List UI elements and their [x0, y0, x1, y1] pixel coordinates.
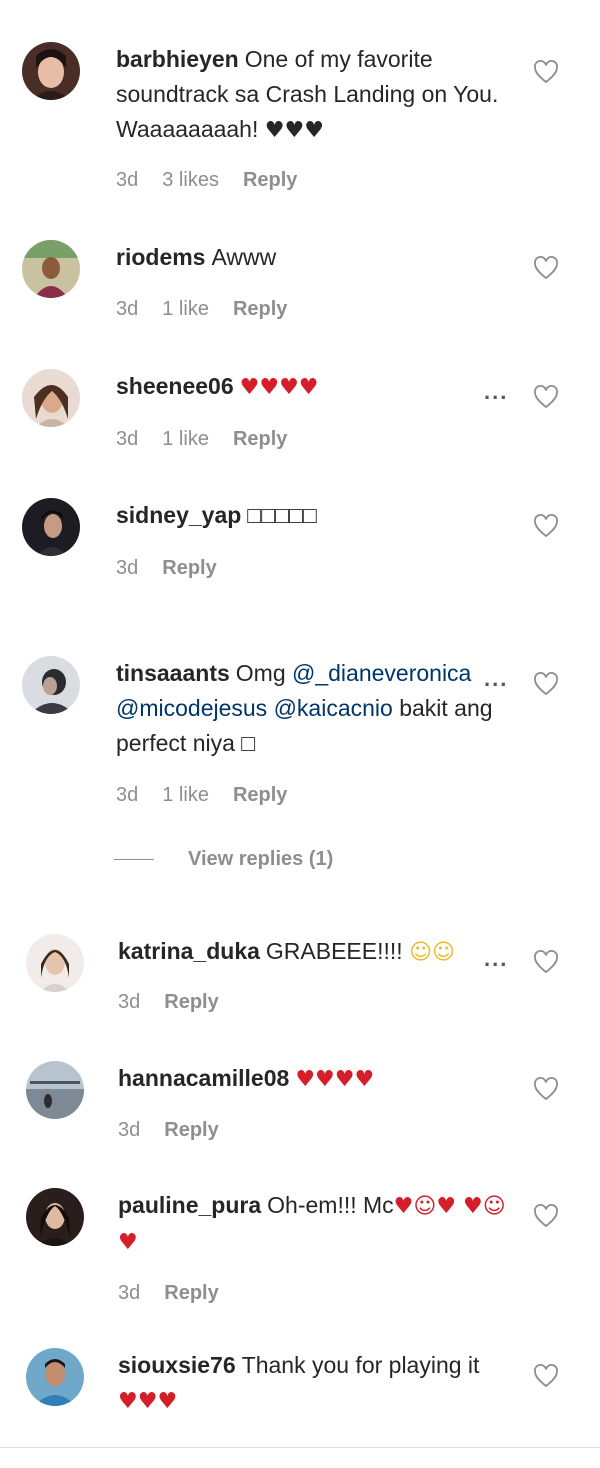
view-replies-button[interactable]: View replies (1) [114, 848, 333, 871]
reply-button[interactable]: Reply [164, 1282, 218, 1304]
comment-username[interactable]: barbhieyen [116, 46, 239, 72]
mention-link[interactable]: @micodejesus [116, 695, 267, 721]
reply-button[interactable]: Reply [233, 428, 287, 450]
comment-likes[interactable]: 1 like [162, 298, 209, 320]
heart-icon[interactable] [533, 385, 559, 409]
heart-icon[interactable] [533, 1077, 559, 1101]
heart-icon[interactable] [533, 514, 559, 538]
comment-time[interactable]: 3d [118, 991, 140, 1013]
comment-text: Thank you for playing it [241, 1352, 480, 1378]
comment-username[interactable]: sheenee06 [116, 373, 234, 399]
comment-time[interactable]: 3d [116, 557, 138, 579]
more-options-icon[interactable]: ... [484, 379, 508, 405]
comment-emoji: ♥♥♥ [264, 118, 324, 143]
more-options-icon[interactable]: ... [484, 666, 509, 692]
comment-meta: 3d Reply [118, 1282, 243, 1305]
reply-button[interactable]: Reply [164, 1119, 218, 1141]
comment-username[interactable]: tinsaaants [116, 660, 230, 686]
comment-emoji: ☺☺ [409, 940, 455, 965]
comment-time[interactable]: 3d [116, 428, 138, 450]
comment-emoji: ♥♥♥♥ [295, 1067, 375, 1092]
comment-time[interactable]: 3d [116, 169, 138, 191]
avatar[interactable] [22, 369, 80, 427]
comment-likes[interactable]: 3 likes [162, 169, 219, 191]
comment-meta: 3d 1 like Reply [116, 428, 311, 451]
avatar[interactable] [26, 1348, 84, 1406]
comment-username[interactable]: hannacamille08 [118, 1065, 289, 1091]
comment-body: katrina_duka GRABEEE!!!! ☺☺ [118, 934, 518, 970]
comment-body: hannacamille08 ♥♥♥♥ [118, 1061, 518, 1097]
comment-username[interactable]: sidney_yap [116, 502, 241, 528]
comment-body: barbhieyen One of my favorite soundtrack … [116, 42, 516, 148]
avatar[interactable] [26, 1188, 84, 1246]
comment-emoji: ♥♥♥ [118, 1389, 178, 1414]
comment-meta: 3d Reply [118, 1119, 243, 1142]
comment-username[interactable]: siouxsie76 [118, 1352, 236, 1378]
comment-text: Oh-em!!! Mc [267, 1192, 394, 1218]
comment-body: tinsaaants Omg @_dianeveronica @micodejes… [116, 656, 516, 761]
comment-body: siouxsie76 Thank you for playing it ♥♥♥ [118, 1348, 518, 1419]
comment-likes[interactable]: 1 like [162, 784, 209, 806]
avatar[interactable] [22, 240, 80, 298]
comment-body: pauline_pura Oh-em!!! Mc♥☺♥ ♥☺♥ [118, 1188, 518, 1260]
comment-body: sidney_yap □□□□□ [116, 498, 516, 533]
heart-icon[interactable] [533, 60, 559, 84]
comment-time[interactable]: 3d [116, 784, 138, 806]
heart-icon[interactable] [533, 1364, 559, 1388]
comment-time[interactable]: 3d [118, 1119, 140, 1141]
heart-icon[interactable] [533, 256, 559, 280]
comment-text: □□□□□ [247, 502, 317, 528]
comment-meta: 3d Reply [116, 557, 241, 580]
comment-text: GRABEEE!!!! [265, 938, 403, 964]
comment-text-before: Omg [235, 660, 286, 686]
comment-emoji: ♥♥♥♥ [239, 375, 319, 400]
avatar[interactable] [22, 42, 80, 100]
comment-meta: 3d Reply [118, 991, 243, 1014]
heart-icon[interactable] [533, 950, 559, 974]
reply-button[interactable]: Reply [243, 169, 297, 191]
comment-body: riodems Awww [116, 240, 516, 275]
reply-button[interactable]: Reply [233, 298, 287, 320]
heart-icon[interactable] [533, 1204, 559, 1228]
comment-time[interactable]: 3d [116, 298, 138, 320]
comment-username[interactable]: riodems [116, 244, 205, 270]
reply-button[interactable]: Reply [164, 991, 218, 1013]
heart-icon[interactable] [533, 672, 559, 696]
comment-username[interactable]: katrina_duka [118, 938, 260, 964]
comment-meta: 3d 3 likes Reply [116, 169, 321, 192]
comment-time[interactable]: 3d [118, 1282, 140, 1304]
comment-body: sheenee06 ♥♥♥♥ [116, 369, 516, 405]
comment-meta: 3d 1 like Reply [116, 784, 311, 807]
avatar[interactable] [22, 498, 80, 556]
avatar[interactable] [22, 656, 80, 714]
comment-text: Awww [211, 244, 277, 270]
mention-link[interactable]: @_dianeveronica [292, 660, 471, 686]
divider-line [114, 859, 154, 861]
reply-button[interactable]: Reply [162, 557, 216, 579]
divider [0, 1447, 600, 1448]
avatar[interactable] [26, 934, 84, 992]
avatar[interactable] [26, 1061, 84, 1119]
comment-meta: 3d 1 like Reply [116, 298, 311, 321]
view-replies-label[interactable]: View replies (1) [188, 848, 333, 870]
comment-username[interactable]: pauline_pura [118, 1192, 261, 1218]
more-options-icon[interactable]: ... [484, 946, 508, 972]
mention-link[interactable]: @kaicacnio [274, 695, 393, 721]
reply-button[interactable]: Reply [233, 784, 287, 806]
comment-likes[interactable]: 1 like [162, 428, 209, 450]
